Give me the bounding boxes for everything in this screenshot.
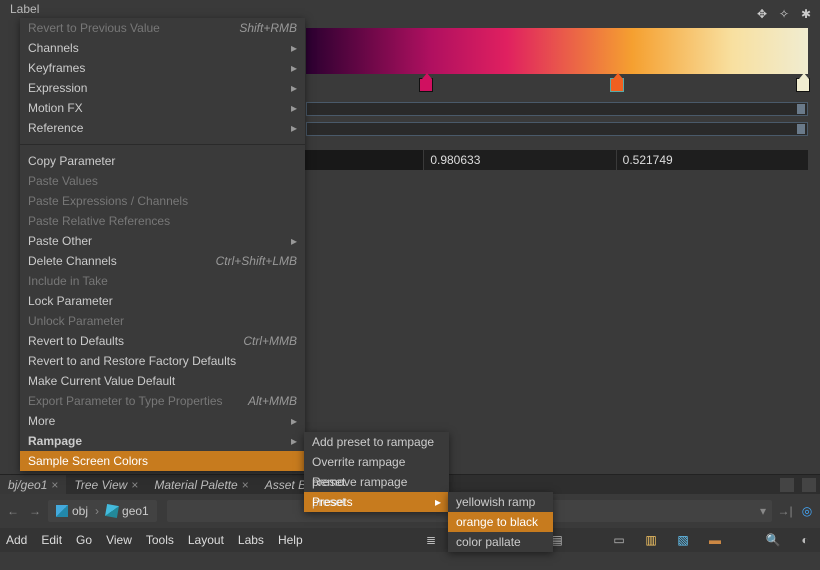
menu-item[interactable]: Lock Parameter	[20, 291, 305, 311]
menu-item[interactable]: Reference▸	[20, 118, 305, 138]
tab[interactable]: Material Palette×	[146, 475, 256, 495]
panel-icon[interactable]	[802, 478, 816, 492]
menu-labs[interactable]: Labs	[238, 533, 264, 547]
slider-track[interactable]	[306, 102, 808, 116]
enter-icon[interactable]: →|	[776, 502, 794, 520]
menu-item[interactable]: Remove rampage preset	[304, 472, 449, 492]
slider-track[interactable]	[306, 122, 808, 136]
list-icon[interactable]: ≣	[422, 531, 440, 549]
target-icon[interactable]: ◎	[798, 502, 816, 520]
menu-item[interactable]: Keyframes▸	[20, 58, 305, 78]
menu-view[interactable]: View	[106, 533, 132, 547]
close-icon[interactable]: ×	[131, 475, 138, 495]
menu-item[interactable]: Paste Other▸	[20, 231, 305, 251]
presets-submenu: yellowish ramporange to blackcolor palla…	[448, 492, 553, 552]
menu-item[interactable]: Copy Parameter	[20, 151, 305, 171]
menu-help[interactable]: Help	[278, 533, 303, 547]
tab[interactable]: bj/geo1×	[0, 475, 66, 495]
eye-icon[interactable]: ◐	[796, 531, 814, 549]
note-icon[interactable]: ▥	[642, 531, 660, 549]
menu-item: Paste Values	[20, 171, 305, 191]
folder-icon[interactable]: ▬	[706, 531, 724, 549]
handle-row	[306, 78, 808, 96]
menu-bar: Add Edit Go View Tools Layout Labs Help …	[0, 528, 820, 552]
add-key-icon[interactable]: ✧	[776, 6, 792, 22]
move-icon[interactable]: ✥	[754, 6, 770, 22]
menu-item[interactable]: Channels▸	[20, 38, 305, 58]
menu-tools[interactable]: Tools	[146, 533, 174, 547]
ramp-handle[interactable]	[419, 78, 433, 92]
menu-item[interactable]: Sample Screen Colors	[20, 451, 305, 471]
ramp-handle[interactable]	[610, 78, 624, 92]
context-menu: Revert to Previous ValueShift+RMBChannel…	[20, 18, 305, 471]
menu-go[interactable]: Go	[76, 533, 92, 547]
menu-item[interactable]: Add preset to rampage	[304, 432, 449, 452]
chevron-right-icon: ▸	[291, 231, 297, 251]
slider-thumb[interactable]	[797, 104, 805, 114]
menu-layout[interactable]: Layout	[188, 533, 224, 547]
label-text: Label	[10, 2, 39, 16]
image-icon[interactable]: ▧	[674, 531, 692, 549]
chevron-right-icon: ▸	[291, 98, 297, 118]
menu-item[interactable]: Overrite rampage preset	[304, 452, 449, 472]
tab[interactable]: Tree View×	[66, 475, 146, 495]
gradient-bar[interactable]	[306, 28, 808, 74]
menu-item[interactable]: Revert to DefaultsCtrl+MMB	[20, 331, 305, 351]
panel-icon[interactable]	[780, 478, 794, 492]
menu-edit[interactable]: Edit	[41, 533, 62, 547]
menu-item: Include in Take	[20, 271, 305, 291]
menu-item[interactable]: Revert to and Restore Factory Defaults	[20, 351, 305, 371]
slider-thumb[interactable]	[797, 124, 805, 134]
chevron-right-icon: ▸	[291, 78, 297, 98]
chevron-right-icon: ›	[92, 504, 102, 518]
breadcrumb-seg[interactable]: obj › geo1	[48, 500, 157, 522]
menu-item[interactable]: Presets▸	[304, 492, 449, 512]
ramp-handle[interactable]	[796, 78, 810, 92]
chevron-right-icon: ▸	[291, 118, 297, 138]
search-icon[interactable]: 🔍	[764, 531, 782, 549]
menu-item: Revert to Previous ValueShift+RMB	[20, 18, 305, 38]
chevron-right-icon: ▸	[291, 38, 297, 58]
menu-item[interactable]: color pallate	[448, 532, 553, 552]
window-icon[interactable]: ▭	[610, 531, 628, 549]
menu-item: Paste Relative References	[20, 211, 305, 231]
geo-icon	[105, 504, 119, 518]
color-ramp[interactable]	[306, 28, 808, 136]
menu-item[interactable]: Rampage▸	[20, 431, 305, 451]
menu-item[interactable]: Motion FX▸	[20, 98, 305, 118]
obj-icon	[56, 505, 68, 517]
chevron-right-icon: ▸	[291, 58, 297, 78]
forward-icon[interactable]: →	[26, 502, 44, 520]
chevron-right-icon: ▸	[435, 492, 441, 512]
menu-item[interactable]: Expression▸	[20, 78, 305, 98]
value-row: 0.980633 0.521749	[232, 150, 808, 170]
back-icon[interactable]: ←	[4, 502, 22, 520]
menu-add[interactable]: Add	[6, 533, 27, 547]
menu-item[interactable]: yellowish ramp	[448, 492, 553, 512]
menu-item[interactable]: More▸	[20, 411, 305, 431]
rampage-submenu: Add preset to rampageOverrite rampage pr…	[304, 432, 449, 512]
close-icon[interactable]: ×	[242, 475, 249, 495]
value-cell[interactable]: 0.980633	[424, 150, 615, 170]
menu-item[interactable]: Make Current Value Default	[20, 371, 305, 391]
breadcrumb-label: geo1	[122, 504, 149, 518]
close-icon[interactable]: ×	[51, 475, 58, 495]
chevron-right-icon: ▸	[291, 431, 297, 451]
menu-item: Paste Expressions / Channels	[20, 191, 305, 211]
menu-item[interactable]: Delete ChannelsCtrl+Shift+LMB	[20, 251, 305, 271]
chevron-right-icon: ▸	[291, 411, 297, 431]
menu-item[interactable]: orange to black	[448, 512, 553, 532]
breadcrumb-label: obj	[72, 504, 88, 518]
menu-item: Export Parameter to Type PropertiesAlt+M…	[20, 391, 305, 411]
gear-icon[interactable]: ✱	[798, 6, 814, 22]
value-cell[interactable]: 0.521749	[617, 150, 808, 170]
menu-item: Unlock Parameter	[20, 311, 305, 331]
